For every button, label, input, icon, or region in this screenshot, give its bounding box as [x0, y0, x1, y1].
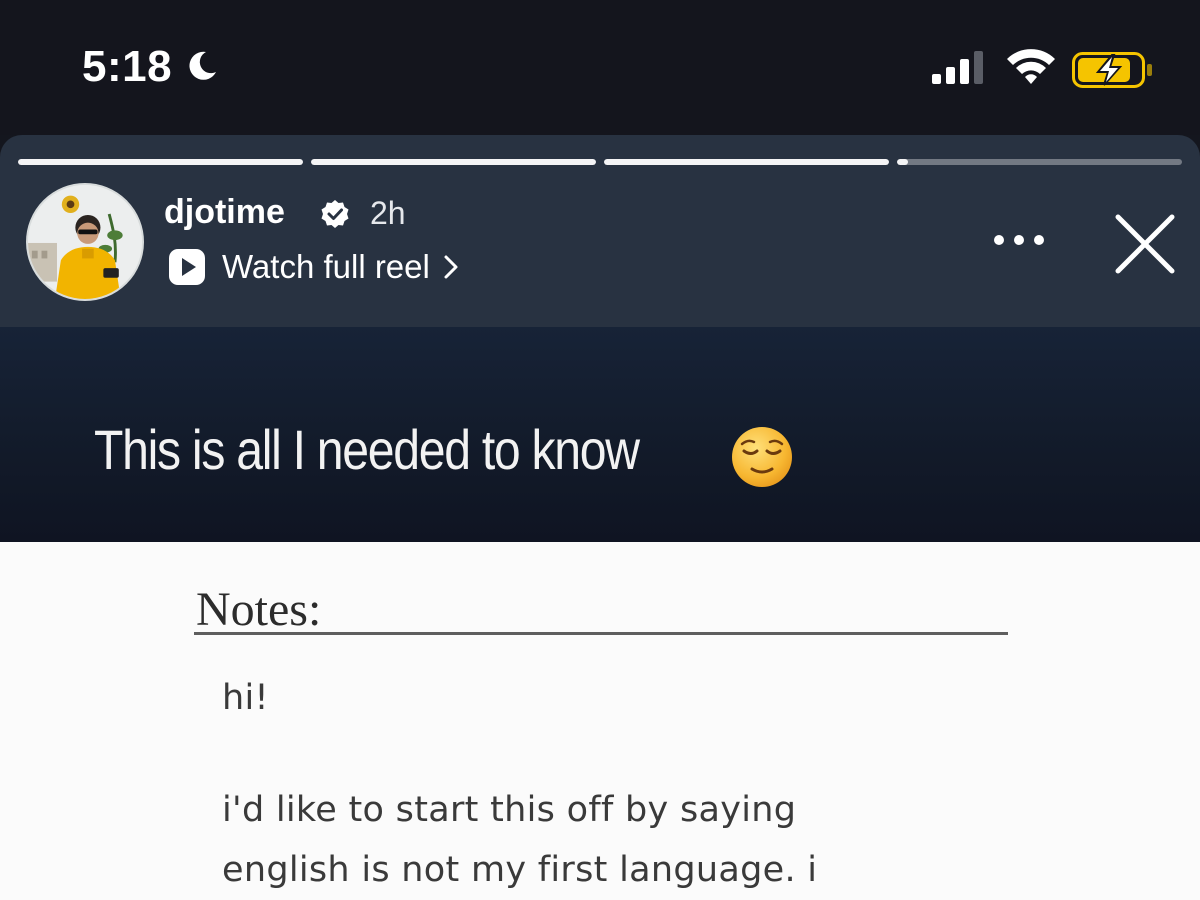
watch-full-reel-label: Watch full reel [222, 248, 430, 285]
note-greeting: hi! [222, 678, 269, 718]
status-time: 5:18 [82, 42, 173, 91]
verified-badge-icon [321, 200, 349, 228]
notes-screenshot: Notes: hi! i'd like to start this off by… [0, 542, 1200, 900]
cellular-signal-icon [932, 51, 983, 84]
story-caption: This is all I needed to know [94, 418, 640, 481]
story-header: djotime 2h Watch full reel [0, 135, 1200, 327]
more-options-icon[interactable] [992, 233, 1046, 247]
battery-charging-icon [1072, 52, 1152, 88]
chevron-right-icon [444, 255, 458, 279]
instagram-story-screen: 5:18 djotime 2h Watch full reel This is … [0, 0, 1200, 900]
close-icon[interactable] [1112, 211, 1178, 277]
progress-segment [311, 159, 596, 165]
play-icon [169, 249, 205, 285]
relieved-face-emoji-icon [732, 427, 792, 487]
status-bar: 5:18 [0, 0, 1200, 135]
avatar[interactable] [26, 183, 144, 301]
notes-heading: Notes: [196, 583, 322, 636]
progress-segment [18, 159, 303, 165]
notes-divider [194, 632, 1008, 635]
progress-segment [897, 159, 1182, 165]
story-caption-area: This is all I needed to know [0, 327, 1200, 542]
story-progress-bar [18, 159, 1182, 165]
wifi-icon [1007, 49, 1055, 84]
moon-icon [189, 51, 216, 80]
username[interactable]: djotime [164, 193, 285, 232]
note-body-line: english is not my first language. i [222, 850, 818, 890]
watch-full-reel-link[interactable]: Watch full reel [168, 245, 460, 289]
progress-segment [604, 159, 889, 165]
post-age: 2h [370, 195, 406, 231]
note-body-line: i'd like to start this off by saying [222, 790, 797, 830]
